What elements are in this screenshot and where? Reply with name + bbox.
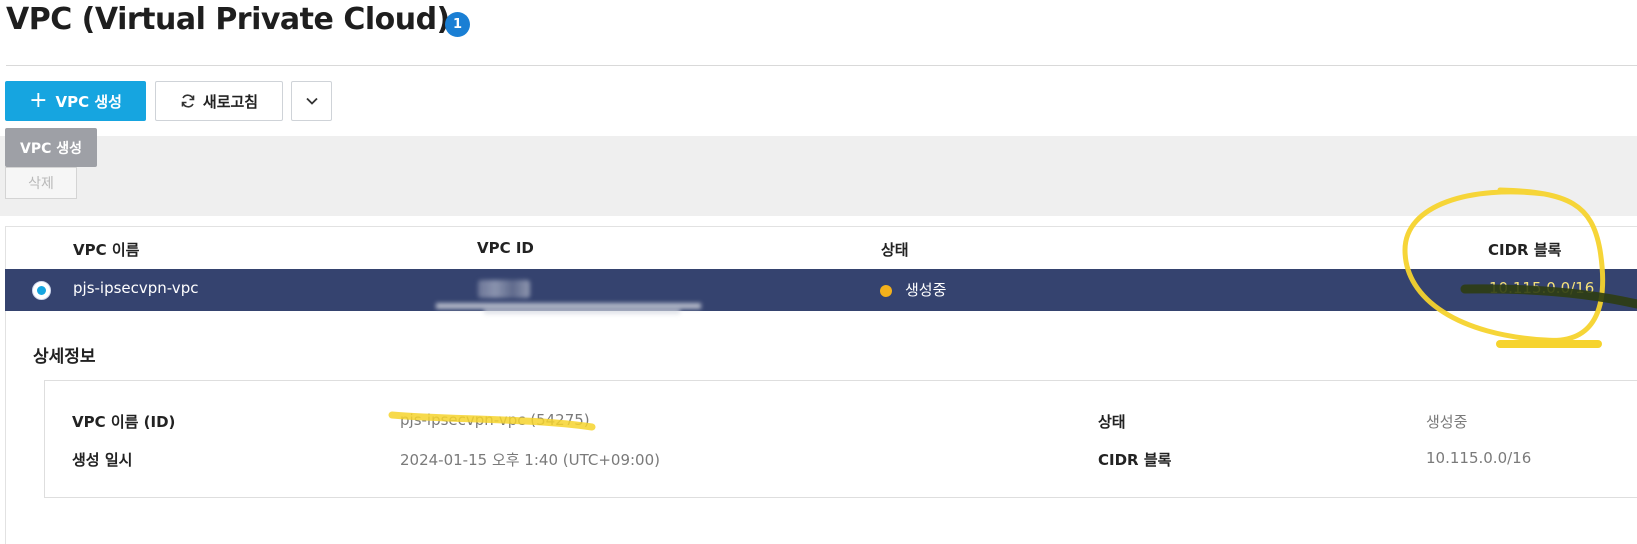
column-header-cidr[interactable]: CIDR 블록 — [1488, 239, 1561, 260]
row-vpc-name: pjs-ipsecvpn-vpc — [73, 279, 199, 297]
chevron-down-icon — [305, 97, 318, 105]
detail-label-status: 상태 — [1098, 413, 1126, 431]
create-vpc-button[interactable]: + VPC 생성 — [5, 81, 146, 121]
column-header-vpc-name[interactable]: VPC 이름 — [73, 239, 139, 260]
detail-label-created-at: 생성 일시 — [72, 451, 133, 469]
vpc-page: VPC (Virtual Private Cloud) 1 + VPC 생성 새… — [0, 0, 1637, 544]
action-band — [0, 136, 1637, 216]
refresh-icon — [181, 94, 195, 108]
row-status: 생성중 — [905, 281, 947, 299]
detail-value-vpc-name: pjs-ipsecvpn-vpc (54275) — [400, 411, 590, 429]
more-actions-button[interactable] — [291, 81, 332, 121]
redacted-vpc-id — [478, 280, 530, 298]
detail-panel — [44, 380, 1637, 498]
redaction-mark — [484, 309, 680, 314]
page-title: VPC (Virtual Private Cloud) — [6, 2, 450, 37]
radio-selected-icon[interactable] — [32, 281, 51, 300]
column-header-status[interactable]: 상태 — [881, 239, 909, 260]
column-header-vpc-id[interactable]: VPC ID — [477, 239, 534, 257]
create-vpc-tooltip: VPC 생성 — [5, 128, 97, 167]
header-divider — [6, 65, 1637, 66]
create-vpc-label: VPC 생성 — [55, 92, 122, 111]
status-dot-icon — [880, 285, 892, 297]
detail-value-created-at: 2024-01-15 오후 1:40 (UTC+09:00) — [400, 451, 660, 469]
detail-value-status: 생성중 — [1426, 413, 1468, 431]
refresh-button[interactable]: 새로고침 — [155, 81, 283, 121]
detail-value-cidr: 10.115.0.0/16 — [1426, 449, 1532, 467]
row-cidr: 10.115.0.0/16 — [1489, 279, 1595, 297]
delete-button[interactable]: 삭제 — [5, 167, 77, 199]
count-badge: 1 — [445, 12, 470, 37]
detail-label-cidr: CIDR 블록 — [1098, 451, 1172, 469]
detail-section-title: 상세정보 — [33, 347, 96, 367]
plus-icon: + — [29, 88, 48, 113]
refresh-label: 새로고침 — [202, 92, 259, 111]
table-row[interactable] — [5, 269, 1637, 311]
detail-label-vpc-name: VPC 이름 (ID) — [72, 413, 176, 431]
